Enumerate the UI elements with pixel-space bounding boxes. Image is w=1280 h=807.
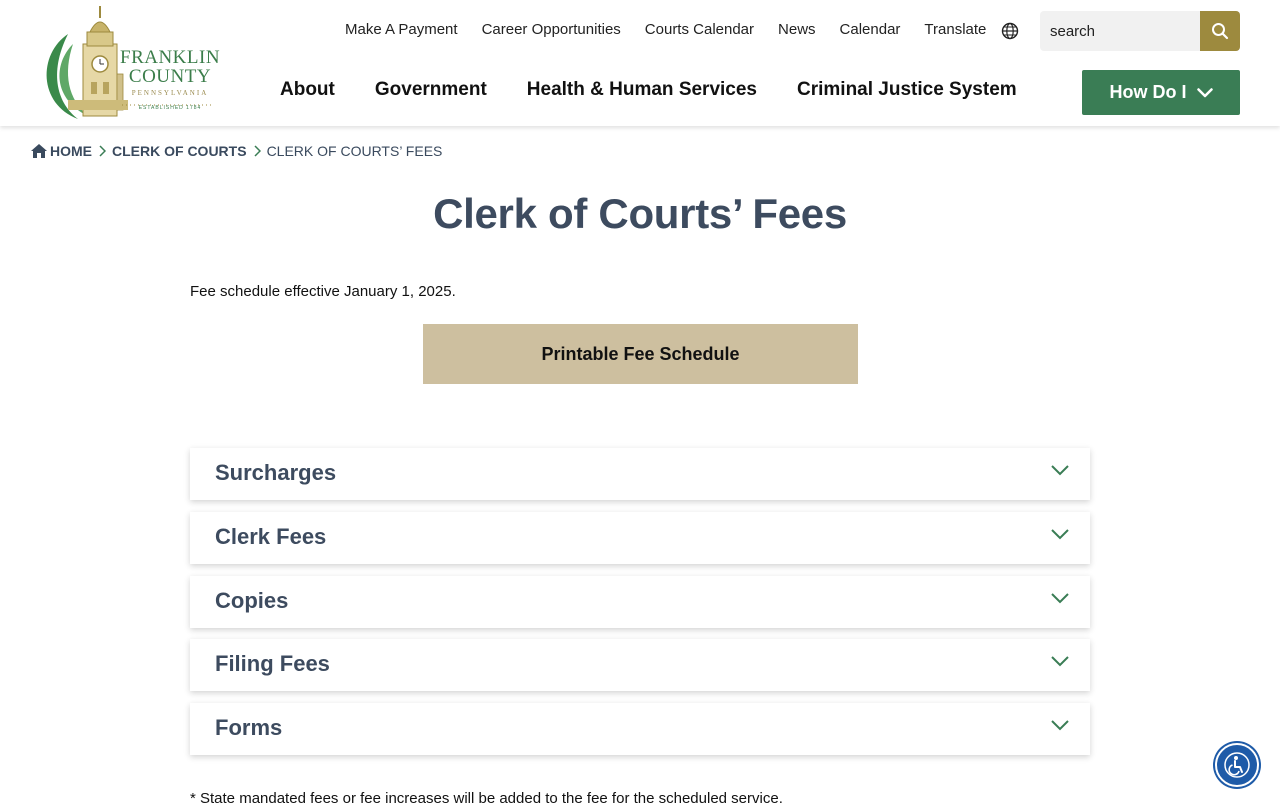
franklin-county-logo[interactable]: FRANKLIN COUNTY PENNSYLVANIA ESTABLISHED…	[38, 4, 220, 122]
chevron-down-icon	[1196, 87, 1213, 97]
how-do-i-button[interactable]: How Do I	[1082, 70, 1240, 115]
breadcrumb: HOME CLERK OF COURTS CLERK OF COURTS’ FE…	[30, 143, 442, 159]
accordion-title: Surcharges	[215, 460, 337, 485]
nav-health-human-services[interactable]: Health & Human Services	[527, 79, 757, 101]
page-title: Clerk of Courts’ Fees	[433, 190, 847, 237]
home-icon	[31, 144, 47, 158]
logo-wordmark: FRANKLIN COUNTY PENNSYLVANIA ESTABLISHED…	[120, 48, 220, 111]
logo-line-established: ESTABLISHED 1784	[138, 105, 202, 111]
logo-line-franklin: FRANKLIN	[120, 47, 221, 68]
accessibility-icon	[1224, 752, 1250, 778]
search-box	[1040, 11, 1240, 51]
util-link-calendar[interactable]: Calendar	[840, 21, 901, 38]
breadcrumb-clerk-of-courts[interactable]: CLERK OF COURTS	[112, 143, 247, 159]
globe-icon[interactable]	[1000, 21, 1020, 41]
chevron-right-icon	[253, 145, 261, 157]
utility-nav: Make A Payment Career Opportunities Cour…	[345, 21, 1010, 38]
chevron-down-icon	[1051, 720, 1069, 731]
chevron-down-icon	[1051, 465, 1069, 476]
logo-line-county: COUNTY	[128, 66, 212, 87]
chevron-right-icon	[98, 145, 106, 157]
search-icon	[1212, 23, 1229, 40]
accordion-filing-fees[interactable]: Filing Fees	[190, 639, 1090, 691]
main-nav: About Government Health & Human Services…	[280, 79, 1057, 101]
logo-line-state: PENNSYLVANIA	[131, 89, 209, 97]
breadcrumb-current: CLERK OF COURTS’ FEES	[266, 143, 443, 159]
breadcrumb-home[interactable]: HOME	[30, 143, 92, 159]
accordion-copies[interactable]: Copies	[190, 576, 1090, 628]
site-header: FRANKLIN COUNTY PENNSYLVANIA ESTABLISHED…	[0, 0, 1280, 126]
footnote-text: * State mandated fees or fee increases w…	[190, 790, 783, 807]
intro-text: Fee schedule effective January 1, 2025.	[190, 283, 456, 300]
util-link-make-payment[interactable]: Make A Payment	[345, 21, 458, 38]
accessibility-button[interactable]	[1215, 743, 1259, 787]
nav-government[interactable]: Government	[375, 79, 487, 101]
util-link-news[interactable]: News	[778, 21, 816, 38]
nav-about[interactable]: About	[280, 79, 335, 101]
how-do-i-label: How Do I	[1109, 82, 1187, 102]
chevron-down-icon	[1051, 593, 1069, 604]
accordion-title: Filing Fees	[215, 651, 330, 676]
accordion-clerk-fees[interactable]: Clerk Fees	[190, 512, 1090, 564]
accordion-title: Copies	[215, 588, 289, 613]
accordion-title: Forms	[215, 715, 283, 740]
util-link-translate[interactable]: Translate	[924, 21, 986, 38]
accordion-forms[interactable]: Forms	[190, 703, 1090, 755]
accordion-surcharges[interactable]: Surcharges	[190, 448, 1090, 500]
search-button[interactable]	[1200, 11, 1240, 51]
chevron-down-icon	[1051, 656, 1069, 667]
chevron-down-icon	[1051, 529, 1069, 540]
accordion-title: Clerk Fees	[215, 524, 327, 549]
printable-fee-schedule-button[interactable]: Printable Fee Schedule	[423, 324, 858, 384]
util-link-career[interactable]: Career Opportunities	[482, 21, 621, 38]
nav-criminal-justice[interactable]: Criminal Justice System	[797, 79, 1017, 101]
search-input[interactable]	[1040, 11, 1200, 51]
breadcrumb-home-label: HOME	[50, 143, 92, 159]
util-link-courts-calendar[interactable]: Courts Calendar	[645, 21, 754, 38]
